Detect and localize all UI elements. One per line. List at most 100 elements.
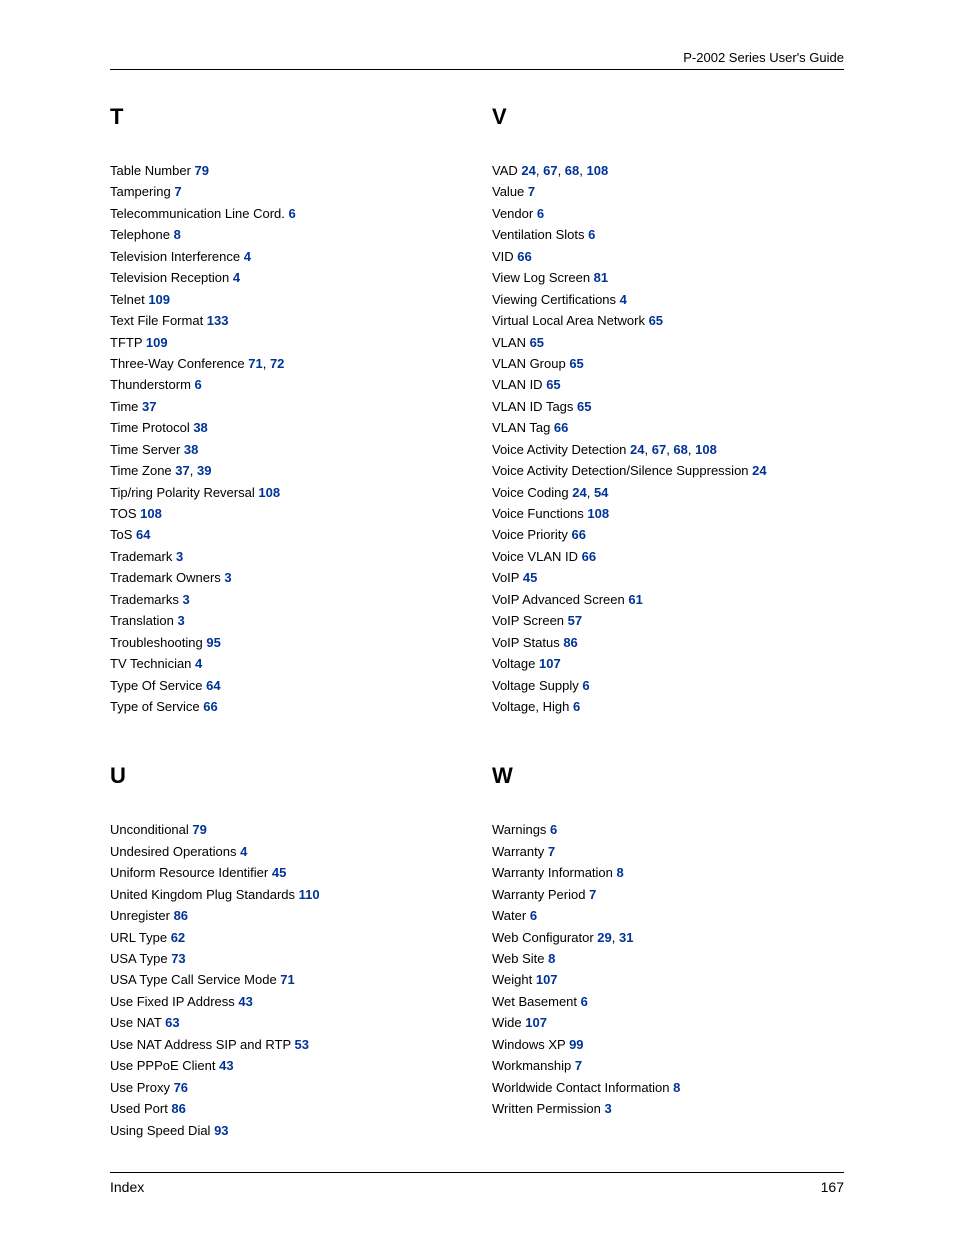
page-link[interactable]: 38: [193, 420, 207, 435]
page-link[interactable]: 6: [581, 994, 588, 1009]
page-link[interactable]: 4: [620, 292, 627, 307]
page-link[interactable]: 68: [673, 442, 687, 457]
page-link[interactable]: 65: [649, 313, 663, 328]
page-link[interactable]: 43: [219, 1058, 233, 1073]
page-link[interactable]: 67: [543, 163, 557, 178]
page-link[interactable]: 4: [195, 656, 202, 671]
page-link[interactable]: 6: [582, 678, 589, 693]
page-link[interactable]: 6: [195, 377, 202, 392]
page-link[interactable]: 107: [525, 1015, 547, 1030]
page-link[interactable]: 3: [177, 613, 184, 628]
page-link[interactable]: 99: [569, 1037, 583, 1052]
page-separator: ,: [190, 463, 197, 478]
page-link[interactable]: 71: [248, 356, 262, 371]
index-entry: Voice Functions 108: [492, 503, 844, 524]
page-link[interactable]: 68: [565, 163, 579, 178]
page-link[interactable]: 31: [619, 930, 633, 945]
page-link[interactable]: 37: [142, 399, 156, 414]
page-link[interactable]: 95: [206, 635, 220, 650]
page-link[interactable]: 7: [589, 887, 596, 902]
page-link[interactable]: 24: [630, 442, 644, 457]
page-link[interactable]: 109: [146, 335, 168, 350]
page-link[interactable]: 4: [244, 249, 251, 264]
index-entry: Voice Activity Detection/Silence Suppres…: [492, 460, 844, 481]
page-link[interactable]: 6: [588, 227, 595, 242]
page-link[interactable]: 8: [617, 865, 624, 880]
page-link[interactable]: 81: [594, 270, 608, 285]
page-link[interactable]: 107: [536, 972, 558, 987]
page-link[interactable]: 64: [136, 527, 150, 542]
page-link[interactable]: 53: [295, 1037, 309, 1052]
page-link[interactable]: 66: [517, 249, 531, 264]
page-link[interactable]: 108: [140, 506, 162, 521]
page-link[interactable]: 86: [171, 1101, 185, 1116]
page-link[interactable]: 61: [628, 592, 642, 607]
page-link[interactable]: 24: [572, 485, 586, 500]
page-link[interactable]: 65: [546, 377, 560, 392]
page-link[interactable]: 66: [582, 549, 596, 564]
index-entry: VoIP Advanced Screen 61: [492, 589, 844, 610]
page-link[interactable]: 63: [165, 1015, 179, 1030]
page-link[interactable]: 7: [174, 184, 181, 199]
page-link[interactable]: 66: [571, 527, 585, 542]
page-link[interactable]: 73: [171, 951, 185, 966]
page-link[interactable]: 37: [175, 463, 189, 478]
page-link[interactable]: 29: [597, 930, 611, 945]
page-link[interactable]: 86: [174, 908, 188, 923]
page-link[interactable]: 64: [206, 678, 220, 693]
page-link[interactable]: 76: [174, 1080, 188, 1095]
page-link[interactable]: 133: [207, 313, 229, 328]
index-term: TFTP: [110, 335, 146, 350]
page-link[interactable]: 8: [174, 227, 181, 242]
page-link[interactable]: 6: [530, 908, 537, 923]
index-term: Time Server: [110, 442, 184, 457]
page-link[interactable]: 3: [604, 1101, 611, 1116]
page-link[interactable]: 38: [184, 442, 198, 457]
page-link[interactable]: 65: [569, 356, 583, 371]
page-link[interactable]: 108: [258, 485, 280, 500]
page-link[interactable]: 7: [528, 184, 535, 199]
page-link[interactable]: 3: [224, 570, 231, 585]
page-link[interactable]: 108: [587, 506, 609, 521]
page-link[interactable]: 65: [530, 335, 544, 350]
page-link[interactable]: 79: [192, 822, 206, 837]
page-link[interactable]: 109: [148, 292, 170, 307]
page-link[interactable]: 66: [554, 420, 568, 435]
page-link[interactable]: 108: [695, 442, 717, 457]
page-link[interactable]: 45: [523, 570, 537, 585]
page-link[interactable]: 54: [594, 485, 608, 500]
page-link[interactable]: 62: [171, 930, 185, 945]
index-term: Weight: [492, 972, 536, 987]
page-link[interactable]: 43: [238, 994, 252, 1009]
page-link[interactable]: 24: [521, 163, 535, 178]
page-link[interactable]: 57: [568, 613, 582, 628]
page-link[interactable]: 3: [176, 549, 183, 564]
page-link[interactable]: 45: [272, 865, 286, 880]
page-link[interactable]: 67: [652, 442, 666, 457]
page-link[interactable]: 71: [280, 972, 294, 987]
page-link[interactable]: 3: [182, 592, 189, 607]
page-link[interactable]: 6: [537, 206, 544, 221]
page-link[interactable]: 86: [563, 635, 577, 650]
page-link[interactable]: 6: [573, 699, 580, 714]
page-link[interactable]: 8: [548, 951, 555, 966]
page-link[interactable]: 79: [195, 163, 209, 178]
page-link[interactable]: 7: [575, 1058, 582, 1073]
page-link[interactable]: 7: [548, 844, 555, 859]
page-link[interactable]: 4: [233, 270, 240, 285]
index-entry: VLAN 65: [492, 332, 844, 353]
page-link[interactable]: 39: [197, 463, 211, 478]
page-link[interactable]: 24: [752, 463, 766, 478]
page-link[interactable]: 66: [203, 699, 217, 714]
page-link[interactable]: 110: [299, 887, 320, 902]
page-link[interactable]: 93: [214, 1123, 228, 1138]
page-link[interactable]: 6: [288, 206, 295, 221]
page-link[interactable]: 108: [587, 163, 609, 178]
page-link[interactable]: 107: [539, 656, 561, 671]
page-link[interactable]: 8: [673, 1080, 680, 1095]
index-entry: Written Permission 3: [492, 1098, 844, 1119]
page-link[interactable]: 65: [577, 399, 591, 414]
page-link[interactable]: 72: [270, 356, 284, 371]
page-link[interactable]: 6: [550, 822, 557, 837]
page-link[interactable]: 4: [240, 844, 247, 859]
